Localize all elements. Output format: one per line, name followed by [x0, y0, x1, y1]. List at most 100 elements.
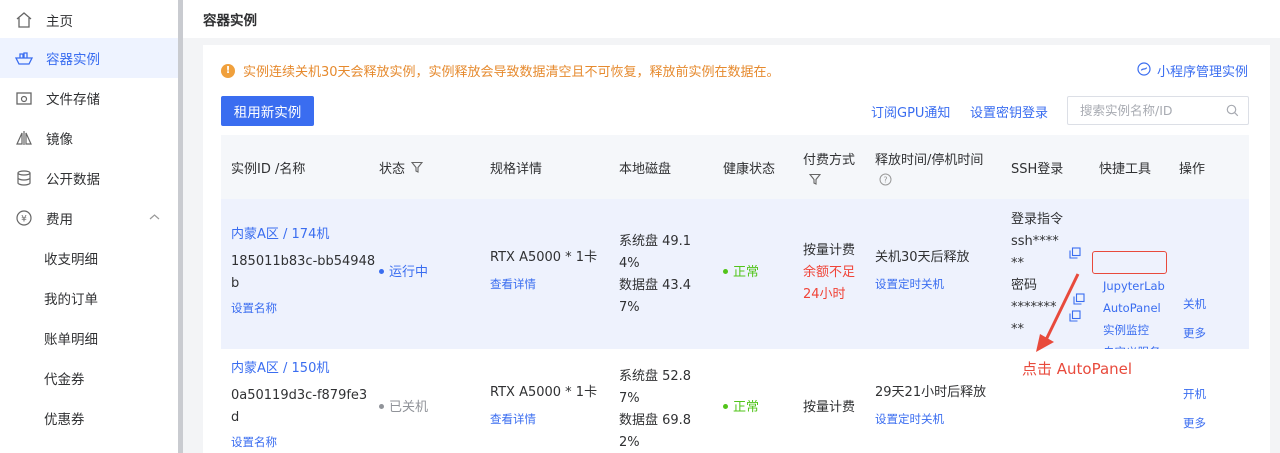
instance-id-line: 0a50119d3c-f879fe3 [231, 388, 368, 403]
help-icon[interactable]: ? [879, 173, 892, 186]
view-details-link[interactable]: 查看详情 [490, 408, 536, 430]
col-header-spec: 规格详情 [490, 161, 543, 177]
sidebar-item-label: 文件存储 [46, 92, 100, 108]
schedule-shutdown-link[interactable]: 设置定时关机 [875, 273, 944, 295]
sidebar: 主页 容器实例 文件存储 镜像 公开数据 ¥ 费用 收支明细 我的订单 账单明细 [0, 0, 180, 453]
instance-id-line: 185011b83c-bb54948 [231, 254, 376, 269]
database-icon [14, 168, 34, 188]
disk-line: 数据盘 69.8 [619, 413, 692, 428]
sidebar-item-label: 容器实例 [46, 52, 100, 68]
search-box [1067, 96, 1249, 125]
disk-usage: 系统盘 49.1 4% 数据盘 43.4 7% [619, 231, 691, 319]
mini-program-link[interactable]: 小程序管理实例 [1137, 61, 1248, 80]
health-text: 正常 [733, 400, 760, 415]
sidebar-item-fees[interactable]: ¥ 费用 [0, 198, 178, 238]
more-actions-button[interactable]: 更多 [1183, 322, 1206, 344]
svg-text:¥: ¥ [21, 215, 27, 225]
autopanel-link[interactable]: AutoPanel [1103, 297, 1165, 319]
sidebar-item-mirror[interactable]: 镜像 [0, 118, 178, 158]
warning-icon: ! [221, 63, 235, 78]
disk-line: 2% [619, 435, 640, 450]
disk-line: 4% [619, 256, 640, 271]
filter-icon[interactable] [809, 173, 821, 185]
col-header-ssh: SSH登录 [1011, 161, 1064, 177]
home-icon [14, 10, 34, 30]
set-name-link[interactable]: 设置名称 [231, 297, 277, 319]
instance-region-link[interactable]: 内蒙A区 / 150机 [231, 358, 329, 380]
disk-usage: 系统盘 52.8 7% 数据盘 69.8 2% [619, 366, 691, 453]
mini-program-icon [1137, 61, 1151, 80]
disk-line: 7% [619, 300, 640, 315]
pay-method: 按量计费 余额不足 24小时 [803, 240, 855, 306]
instance-monitor-link[interactable]: 实例监控 [1103, 319, 1165, 341]
start-button[interactable]: 开机 [1183, 383, 1206, 405]
spec-text: RTX A5000 * 1卡 [490, 250, 598, 265]
col-header-pay[interactable]: 付费方式 [803, 135, 855, 199]
col-header-id: 实例ID /名称 [231, 161, 306, 177]
sidebar-item-label: 主页 [46, 14, 73, 30]
mirror-icon [14, 128, 34, 148]
subscribe-gpu-link[interactable]: 订阅GPU通知 [871, 102, 950, 121]
col-header-release-label: 释放时间/停机时间 [875, 152, 984, 168]
sidebar-item-containers[interactable]: 容器实例 [0, 38, 178, 78]
notice-banner: ! 实例连续关机30天会释放实例，实例释放会导致数据清空且不可恢复，释放前实例在… [221, 61, 780, 80]
sidebar-scrollbar[interactable] [178, 0, 183, 453]
jupyterlab-link[interactable]: JupyterLab [1103, 275, 1165, 297]
health-badge: 正常 [723, 397, 759, 419]
storage-icon [14, 88, 34, 108]
health-text: 正常 [733, 265, 760, 280]
container-icon [14, 48, 34, 68]
more-actions-button[interactable]: 更多 [1183, 412, 1206, 434]
sidebar-item-label: 公开数据 [46, 172, 100, 188]
status-dot [379, 269, 384, 274]
health-dot [723, 404, 728, 409]
sidebar-subitem-bills[interactable]: 账单明细 [0, 318, 178, 358]
pay-text: 按量计费 [803, 243, 856, 258]
status-dot [379, 404, 384, 409]
disk-line: 数据盘 43.4 [619, 278, 692, 293]
table-row: 内蒙A区 / 174机 185011b83c-bb54948 b 设置名称 运行… [221, 199, 1249, 359]
status-text: 已关机 [389, 400, 429, 415]
copy-icon[interactable] [1069, 247, 1081, 263]
instance-id-line: d [231, 410, 240, 425]
shutdown-button[interactable]: 关机 [1183, 293, 1206, 315]
svg-text:?: ? [883, 175, 887, 184]
balance-warning: 24小时 [803, 287, 846, 302]
instance-id-line: b [231, 276, 240, 291]
sidebar-subitem-coupons[interactable]: 优惠券 [0, 398, 178, 438]
sidebar-item-home[interactable]: 主页 [0, 0, 178, 40]
pay-text: 按量计费 [803, 400, 856, 415]
search-input[interactable] [1080, 103, 1220, 118]
rent-new-instance-button[interactable]: 租用新实例 [221, 96, 314, 126]
disk-line: 系统盘 49.1 [619, 234, 692, 249]
release-text: 29天21小时后释放 [875, 385, 987, 400]
col-header-status[interactable]: 状态 [379, 135, 424, 199]
instance-id: 0a50119d3c-f879fe3 d [231, 385, 367, 429]
status-badge: 已关机 [379, 397, 428, 419]
sidebar-item-storage[interactable]: 文件存储 [0, 78, 178, 118]
view-details-link[interactable]: 查看详情 [490, 273, 536, 295]
sidebar-item-label: 镜像 [46, 132, 73, 148]
disk-line: 系统盘 52.8 [619, 369, 692, 384]
filter-icon[interactable] [411, 161, 424, 173]
col-header-health: 健康状态 [723, 161, 776, 177]
status-text: 运行中 [389, 265, 429, 280]
mini-program-label: 小程序管理实例 [1156, 65, 1248, 80]
annotation-text: 点击 AutoPanel [1022, 360, 1133, 378]
instance-region-link[interactable]: 内蒙A区 / 174机 [231, 224, 329, 246]
search-icon[interactable] [1226, 104, 1239, 120]
ssh-command-label: 登录指令 [1011, 212, 1064, 227]
set-key-login-link[interactable]: 设置密钥登录 [970, 102, 1048, 121]
sidebar-item-public-data[interactable]: 公开数据 [0, 158, 178, 198]
sidebar-subitem-orders[interactable]: 我的订单 [0, 278, 178, 318]
sidebar-subitem-vouchers[interactable]: 代金券 [0, 358, 178, 398]
col-header-status-label: 状态 [379, 161, 406, 177]
page-title: 容器实例 [183, 0, 1280, 38]
instances-panel: ! 实例连续关机30天会释放实例，实例释放会导致数据清空且不可恢复，释放前实例在… [203, 45, 1270, 453]
set-name-link[interactable]: 设置名称 [231, 431, 277, 453]
col-header-pay-label: 付费方式 [803, 153, 856, 168]
yen-icon: ¥ [14, 208, 34, 228]
sidebar-subitem-transactions[interactable]: 收支明细 [0, 238, 178, 278]
notice-text: 实例连续关机30天会释放实例，实例释放会导致数据清空且不可恢复，释放前实例在数据… [243, 65, 780, 80]
schedule-shutdown-link[interactable]: 设置定时关机 [875, 408, 944, 430]
